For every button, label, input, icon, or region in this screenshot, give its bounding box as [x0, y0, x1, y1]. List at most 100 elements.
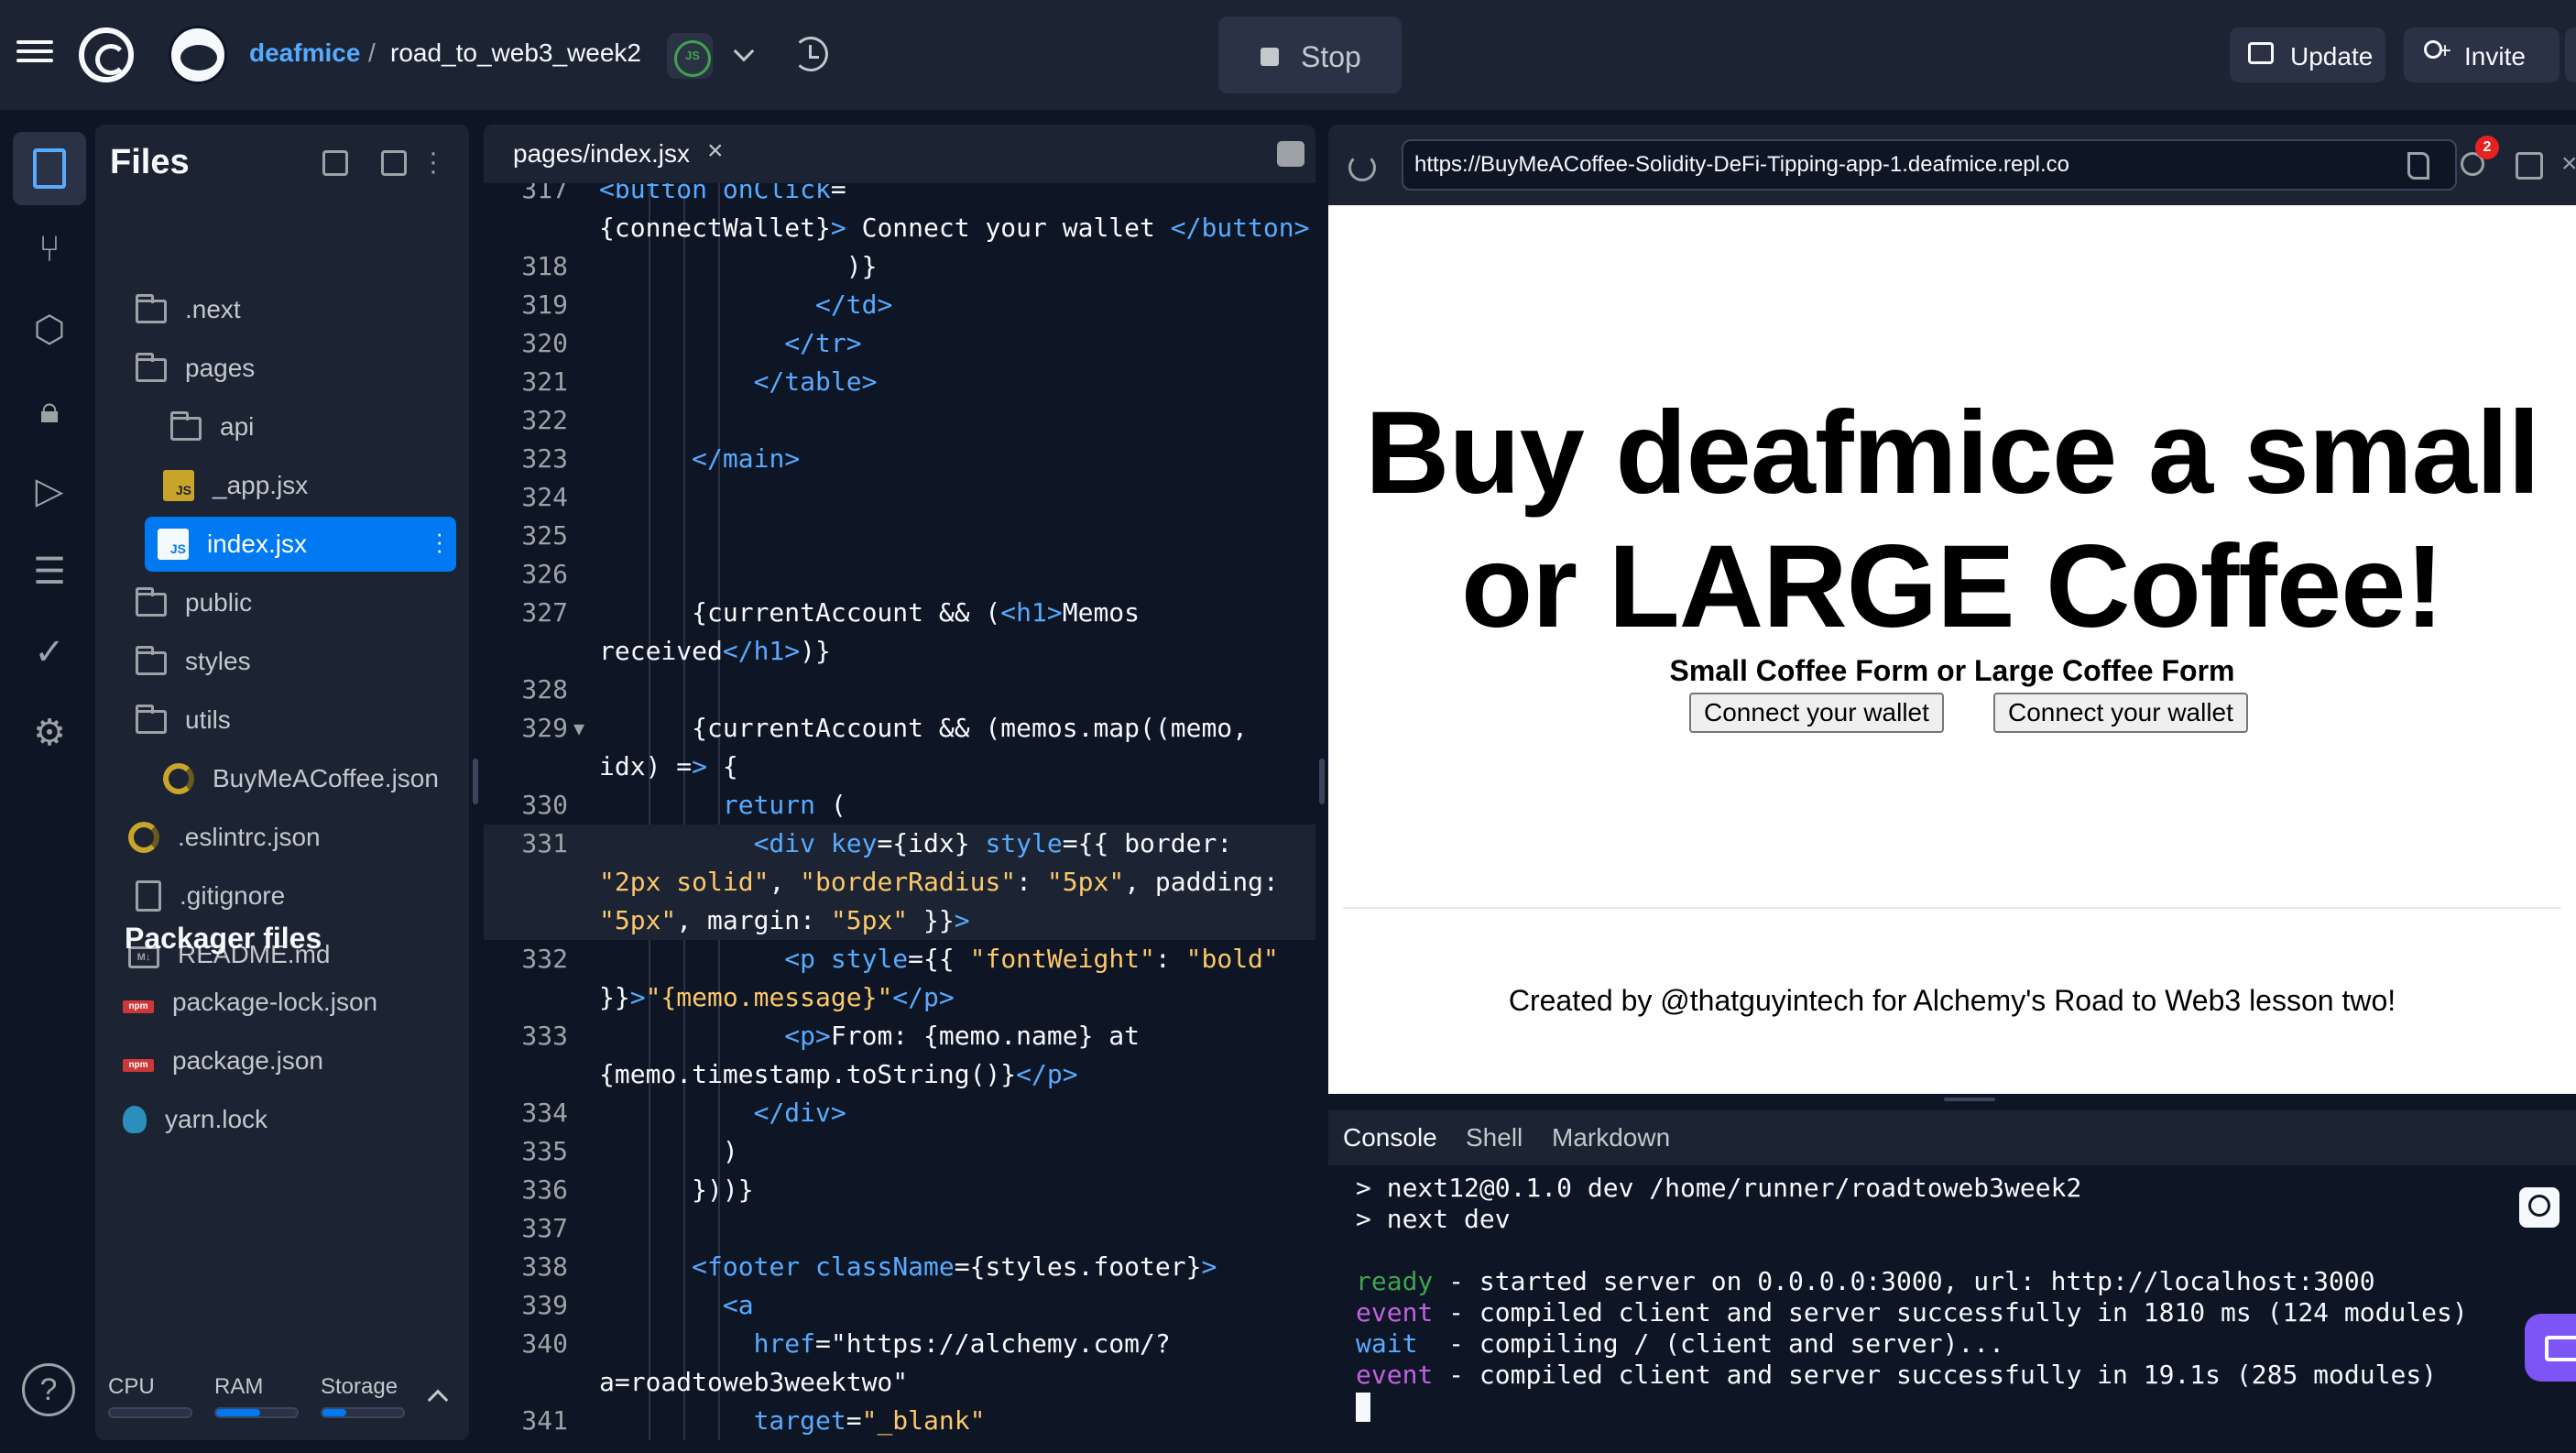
chat-fab-icon[interactable]: [2525, 1314, 2576, 1382]
help-button[interactable]: ?: [22, 1363, 75, 1416]
update-button[interactable]: Update: [2230, 27, 2385, 82]
code-text: return (: [722, 790, 846, 820]
packager-item[interactable]: npm package-lock.json: [110, 975, 443, 1030]
code-line: 317 <button onClick=: [484, 183, 1315, 209]
code-line: 329 ▼ {currentAccount && (memos.map((memo…: [484, 709, 1315, 748]
top-bar: deafmice / road_to_web3_week2 Stop Updat…: [0, 0, 2576, 110]
console-tab-bar: Console Shell Markdown: [1328, 1110, 2576, 1165]
user-avatar[interactable]: [169, 26, 227, 84]
nodejs-language-icon[interactable]: [667, 33, 713, 79]
tree-item[interactable]: .next: [123, 282, 443, 337]
code-text: {connectWallet}> Connect your wallet </b…: [599, 213, 1310, 243]
tree-item[interactable]: .eslintrc.json: [115, 810, 443, 865]
console-resize-handle[interactable]: [1944, 1098, 1995, 1101]
tree-item[interactable]: api: [158, 399, 443, 454]
tree-item[interactable]: .gitignore: [123, 869, 443, 923]
history-icon[interactable]: [793, 37, 828, 71]
cpu-meter[interactable]: [108, 1407, 192, 1418]
replit-logo-icon[interactable]: [79, 27, 134, 82]
debugger-tool-button[interactable]: ▷: [13, 454, 86, 528]
tree-item[interactable]: JS _app.jsx: [150, 458, 443, 513]
packager-files-title: Packager files: [125, 922, 322, 955]
folder-icon: [136, 353, 167, 382]
tests-tool-button[interactable]: ✓: [13, 616, 86, 689]
tree-item[interactable]: pages: [123, 341, 443, 396]
code-line: }}>"{memo.message}"</p>: [484, 978, 1315, 1017]
url-bar[interactable]: [1402, 139, 2457, 191]
tree-item[interactable]: styles: [123, 634, 443, 689]
tree-item[interactable]: utils: [123, 693, 443, 748]
storage-meter[interactable]: [321, 1407, 405, 1418]
code-line: 330 return (: [484, 786, 1315, 825]
file-options-icon[interactable]: · · ·: [435, 521, 443, 562]
line-number: 327: [521, 597, 568, 628]
webview-panel: 2 × Buy deafmice a small or LARGE Coffee…: [1328, 125, 2576, 1094]
console-panel: Console Shell Markdown > next12@0.1.0 de…: [1328, 1110, 2576, 1453]
database-tool-button[interactable]: ☰: [13, 535, 86, 608]
code-line: 318 )}: [484, 247, 1315, 286]
tree-item[interactable]: BuyMeACoffee.json: [150, 751, 443, 806]
line-number: 318: [521, 251, 568, 281]
fold-arrow-icon[interactable]: ▼: [573, 709, 584, 748]
close-webview-icon[interactable]: ×: [2561, 150, 2576, 180]
code-line: 324: [484, 478, 1315, 517]
search-icon[interactable]: [2519, 1187, 2560, 1228]
code-line: 326: [484, 555, 1315, 594]
pencil-icon[interactable]: [2407, 152, 2429, 180]
line-number: 335: [521, 1136, 568, 1166]
line-number: 325: [521, 520, 568, 551]
connect-wallet-button-large[interactable]: Connect your wallet: [1993, 693, 2248, 733]
line-number: 326: [521, 559, 568, 589]
code-area[interactable]: 317 <button onClick= {connectWallet}> Conn…: [484, 183, 1315, 1440]
chevron-down-icon[interactable]: [733, 40, 755, 62]
add-user-icon: [2420, 38, 2451, 70]
code-line: 335 ): [484, 1132, 1315, 1171]
tab-markdown[interactable]: Markdown: [1552, 1123, 1670, 1153]
stop-label: Stop: [1301, 40, 1361, 73]
close-tab-icon[interactable]: ×: [707, 136, 724, 167]
code-line: 328: [484, 671, 1315, 709]
secrets-tool-button[interactable]: 🔒︎: [13, 374, 86, 447]
settings-tool-button[interactable]: ⚙: [13, 696, 86, 770]
open-new-tab-icon[interactable]: [2516, 152, 2543, 180]
folder-icon: [170, 411, 202, 441]
username-link[interactable]: deafmice: [249, 38, 360, 68]
url-input[interactable]: [1403, 141, 2455, 189]
folder-icon: [136, 646, 167, 675]
terminal-cursor: [1356, 1393, 1370, 1422]
play-step-icon: ▷: [35, 471, 64, 511]
overflow-button[interactable]: [2565, 27, 2576, 82]
console-line-text: - compiling / (client and server)...: [1417, 1328, 2005, 1359]
packager-item[interactable]: yarn.lock: [110, 1092, 443, 1147]
files-more-icon[interactable]: · · ·: [429, 139, 438, 185]
line-number: 334: [521, 1098, 568, 1128]
chevron-up-icon[interactable]: [427, 1389, 449, 1411]
files-resize-handle[interactable]: [473, 759, 478, 804]
breadcrumb-separator: /: [368, 38, 376, 67]
hamburger-menu-icon[interactable]: [16, 35, 53, 71]
connect-wallet-button-small[interactable]: Connect your wallet: [1689, 693, 1944, 733]
ram-meter[interactable]: [214, 1407, 299, 1418]
tab-shell[interactable]: Shell: [1466, 1123, 1523, 1153]
reload-icon[interactable]: [1348, 154, 1376, 181]
editor-resize-handle[interactable]: [1319, 759, 1325, 804]
new-folder-icon[interactable]: [381, 150, 407, 176]
console-output[interactable]: > next12@0.1.0 dev /home/runner/roadtowe…: [1356, 1173, 2468, 1422]
tree-item[interactable]: JS index.jsx · · ·: [145, 517, 456, 572]
editor-tab[interactable]: pages/index.jsx ×: [484, 125, 749, 183]
new-file-icon[interactable]: [322, 150, 348, 176]
console-line-prefix: event: [1356, 1360, 1434, 1390]
tree-item[interactable]: public: [123, 575, 443, 630]
repl-name[interactable]: road_to_web3_week2: [390, 38, 641, 68]
invite-button[interactable]: Invite: [2404, 27, 2560, 82]
packager-item[interactable]: npm package.json: [110, 1033, 443, 1088]
files-tool-button[interactable]: [13, 132, 86, 205]
editor-options-icon[interactable]: [1277, 141, 1304, 167]
tab-console[interactable]: Console: [1343, 1123, 1437, 1153]
packages-tool-button[interactable]: ⬡: [13, 293, 86, 366]
line-number: 322: [521, 405, 568, 435]
code-line: idx) => {: [484, 748, 1315, 786]
stop-button[interactable]: Stop: [1218, 16, 1402, 93]
git-tool-button[interactable]: ⑂: [13, 213, 86, 286]
